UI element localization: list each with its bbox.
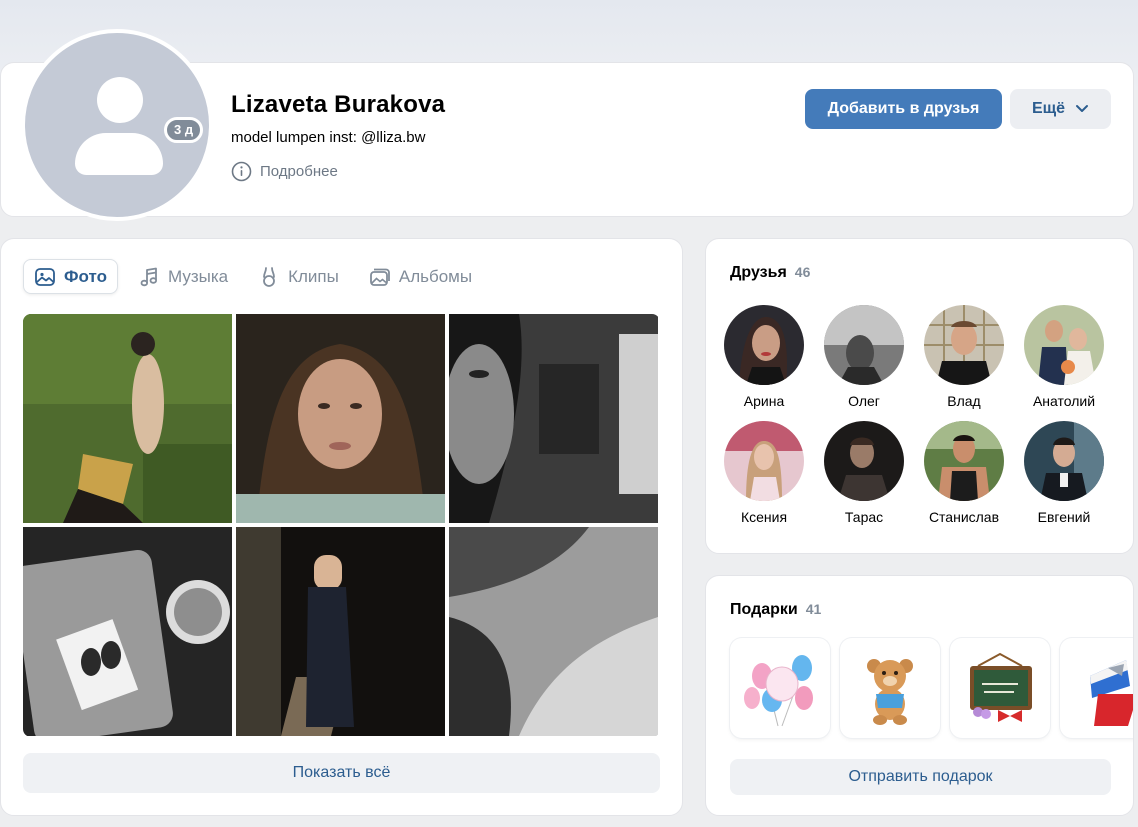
teddy-bear-gift-icon [848, 646, 932, 730]
friend-name: Тарас [844, 509, 884, 525]
tab-music[interactable]: Музыка [128, 259, 238, 294]
gifts-list [730, 638, 1133, 738]
friend-item[interactable]: Ксения [714, 421, 814, 525]
friend-item[interactable]: Евгений [1014, 421, 1114, 525]
friends-title[interactable]: Друзья 46 [730, 264, 810, 282]
friends-title-label: Друзья [730, 264, 787, 281]
friend-name: Анатолий [1032, 393, 1096, 409]
profile-status: model lumpen inst: @lliza.bw [231, 129, 426, 146]
photo-thumbnail[interactable] [449, 314, 658, 523]
friend-item[interactable]: Олег [814, 305, 914, 409]
friend-avatar [924, 421, 1004, 501]
friend-avatar [724, 305, 804, 385]
tab-label: Музыка [167, 266, 229, 286]
gifts-count: 41 [805, 601, 822, 617]
friend-name: Ксения [740, 509, 788, 525]
friend-name: Арина [743, 393, 785, 409]
photo-thumbnail[interactable] [23, 314, 232, 523]
add-friend-button[interactable]: Добавить в друзья [805, 89, 1002, 129]
friend-name: Влад [947, 393, 981, 409]
profile-header: 3 д Lizaveta Burakova model lumpen inst:… [0, 29, 1134, 221]
friend-avatar [824, 421, 904, 501]
avatar-placeholder-body [75, 133, 163, 175]
friend-item[interactable]: Влад [914, 305, 1014, 409]
balloons-gift-icon [738, 646, 822, 730]
friend-avatar [1024, 305, 1104, 385]
show-all-photos-button[interactable]: Показать всё [23, 753, 660, 793]
media-tabs: Фото Музыка Клипы Альбомы [23, 259, 486, 294]
gift-item[interactable] [840, 638, 940, 738]
last-seen-badge: 3 д [164, 117, 204, 143]
friends-count: 46 [794, 264, 811, 280]
media-block: Фото Музыка Клипы Альбомы Показать всё [0, 238, 683, 816]
tab-label: Альбомы [398, 266, 473, 286]
friend-avatar [1024, 421, 1104, 501]
friend-name: Евгений [1037, 509, 1091, 525]
send-gift-button[interactable]: Отправить подарок [730, 759, 1111, 795]
gifts-title[interactable]: Подарки 41 [730, 601, 821, 619]
chevron-down-icon [1075, 100, 1089, 118]
friend-item[interactable]: Станислав [914, 421, 1014, 525]
photo-thumbnail[interactable] [449, 527, 658, 736]
gift-item[interactable] [730, 638, 830, 738]
chalkboard-gift-icon [958, 646, 1042, 730]
avatar-placeholder-head [97, 77, 143, 123]
more-button-label: Ещё [1031, 100, 1066, 117]
flag-gift-icon [1068, 646, 1133, 730]
tab-label: Фото [64, 266, 107, 286]
friend-avatar [824, 305, 904, 385]
gifts-block: Подарки 41 Отправить подарок [705, 575, 1134, 816]
image-icon [34, 266, 56, 288]
tab-photos[interactable]: Фото [23, 259, 118, 294]
friend-name: Станислав [928, 509, 1000, 525]
friend-avatar [724, 421, 804, 501]
clips-icon [258, 266, 280, 288]
friends-block: Друзья 46 Арина Олег Влад Анатолий Ксени… [705, 238, 1134, 554]
gift-item[interactable] [950, 638, 1050, 738]
profile-name: Lizaveta Burakova [231, 91, 446, 118]
friends-list: Арина Олег Влад Анатолий Ксения Тарас Ст… [714, 305, 1124, 525]
photo-thumbnail[interactable] [236, 314, 445, 523]
friend-item[interactable]: Арина [714, 305, 814, 409]
photo-thumbnail[interactable] [23, 527, 232, 736]
albums-icon [369, 266, 391, 288]
info-icon [231, 161, 252, 182]
more-button[interactable]: Ещё [1010, 89, 1111, 129]
tab-albums[interactable]: Альбомы [359, 259, 482, 294]
music-note-icon [138, 266, 160, 288]
more-info-link[interactable]: Подробнее [231, 161, 338, 182]
friend-name: Олег [848, 393, 880, 409]
gift-item[interactable] [1060, 638, 1133, 738]
friend-item[interactable]: Тарас [814, 421, 914, 525]
photo-grid [23, 314, 660, 737]
more-info-label: Подробнее [260, 163, 338, 180]
tab-clips[interactable]: Клипы [248, 259, 349, 294]
friend-item[interactable]: Анатолий [1014, 305, 1114, 409]
gifts-title-label: Подарки [730, 601, 798, 618]
tab-label: Клипы [288, 266, 339, 286]
photo-thumbnail[interactable] [236, 527, 445, 736]
friend-avatar [924, 305, 1004, 385]
